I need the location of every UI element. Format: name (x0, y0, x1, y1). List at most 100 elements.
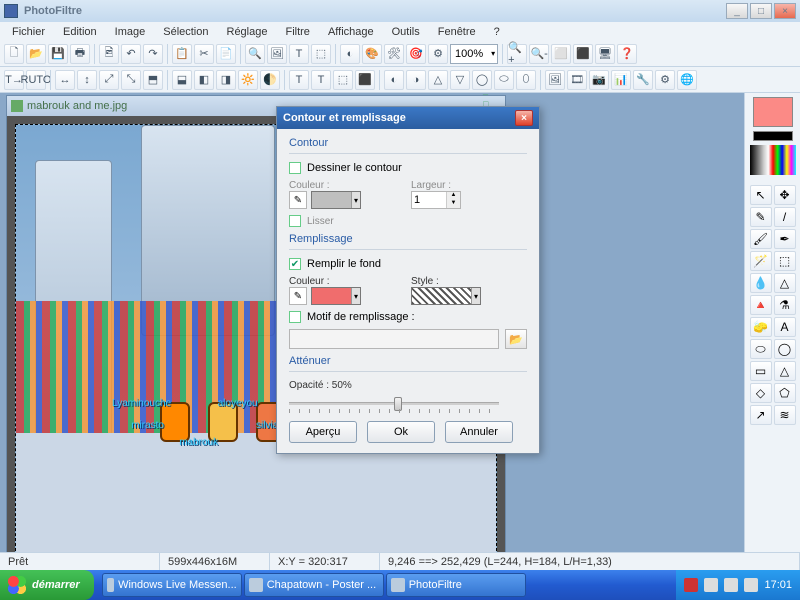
tray-icon[interactable] (704, 578, 718, 592)
toolbar-button[interactable]: ⬚ (311, 44, 331, 64)
toolbar-button[interactable]: ◨ (216, 70, 236, 90)
tool-button[interactable]: 💧 (750, 273, 772, 293)
toolbar-button[interactable]: ❓ (617, 44, 637, 64)
tool-button[interactable]: △ (774, 361, 796, 381)
toolbar-button[interactable]: 🖥 (595, 44, 615, 64)
background-color[interactable] (753, 131, 793, 141)
toolbar-button[interactable]: ⬛ (573, 44, 593, 64)
width-field[interactable] (412, 192, 446, 208)
toolbar-button[interactable]: ↔ (55, 70, 75, 90)
cancel-button[interactable]: Annuler (445, 421, 513, 443)
toolbar-button[interactable]: 🔍+ (507, 44, 527, 64)
tray-icon[interactable] (684, 578, 698, 592)
tool-button[interactable]: 🧽 (750, 317, 772, 337)
toolbar-button[interactable]: 📄 (216, 44, 236, 64)
tool-button[interactable]: ⬠ (774, 383, 796, 403)
color-palette[interactable] (750, 145, 796, 175)
tray-icon[interactable] (744, 578, 758, 592)
menu-image[interactable]: Image (107, 24, 154, 40)
dialog-close-button[interactable]: × (515, 110, 533, 126)
tool-button[interactable]: △ (774, 273, 796, 293)
toolbar-button[interactable]: 🛠 (384, 44, 404, 64)
toolbar-button[interactable]: 💾 (48, 44, 68, 64)
doc-minimize-button[interactable]: _ (483, 85, 501, 99)
menu-fenetre[interactable]: Fenêtre (430, 24, 484, 40)
toolbar-button[interactable]: 🗋 (4, 44, 24, 64)
eyedropper-icon[interactable]: ✎ (289, 287, 307, 305)
menu-outils[interactable]: Outils (384, 24, 428, 40)
tool-button[interactable]: 🖌 (750, 229, 772, 249)
toolbar-button[interactable]: ⬓ (172, 70, 192, 90)
menu-filtre[interactable]: Filtre (277, 24, 317, 40)
toolbar-button[interactable]: ⬛ (355, 70, 375, 90)
checkbox-motif[interactable] (289, 311, 301, 323)
toolbar-button[interactable]: ⬒ (143, 70, 163, 90)
tool-button[interactable]: / (774, 207, 796, 227)
menu-selection[interactable]: Sélection (155, 24, 216, 40)
tool-button[interactable]: 🪄 (750, 251, 772, 271)
toolbar-button[interactable]: 🔍- (529, 44, 549, 64)
taskbar-task[interactable]: PhotoFiltre (386, 573, 526, 597)
tool-button[interactable]: ✒ (774, 229, 796, 249)
toolbar-button[interactable]: 🌐 (677, 70, 697, 90)
dialog-title-bar[interactable]: Contour et remplissage × (277, 107, 539, 129)
spin-down[interactable]: ▼ (447, 200, 460, 208)
menu-edition[interactable]: Edition (55, 24, 105, 40)
tool-button[interactable]: ⬚ (774, 251, 796, 271)
toolbar-button[interactable]: 🔆 (238, 70, 258, 90)
toolbar-button[interactable]: 🔍 (245, 44, 265, 64)
contour-width-input[interactable]: ▲▼ (411, 191, 461, 209)
eyedropper-icon[interactable]: ✎ (289, 191, 307, 209)
toolbar-button[interactable]: ◑ (406, 70, 426, 90)
tool-button[interactable]: ↗ (750, 405, 772, 425)
toolbar-button[interactable]: ◐ (340, 44, 360, 64)
toolbar-button[interactable]: RUTO (26, 70, 46, 90)
tray-icon[interactable] (724, 578, 738, 592)
toolbar-button[interactable]: 📷 (589, 70, 609, 90)
toolbar-button[interactable]: ⬚ (333, 70, 353, 90)
toolbar-button[interactable]: 🎯 (406, 44, 426, 64)
toolbar-button[interactable]: 🎨 (362, 44, 382, 64)
zoom-select[interactable]: 100% (450, 44, 498, 64)
close-button[interactable]: × (774, 3, 796, 19)
toolbar-button[interactable]: ↶ (121, 44, 141, 64)
tool-button[interactable]: ◇ (750, 383, 772, 403)
toolbar-button[interactable]: 📂 (26, 44, 46, 64)
toolbar-button[interactable]: 📋 (172, 44, 192, 64)
toolbar-button[interactable]: ↷ (143, 44, 163, 64)
spin-up[interactable]: ▲ (447, 192, 460, 200)
minimize-button[interactable]: _ (726, 3, 748, 19)
tool-button[interactable]: ⬭ (750, 339, 772, 359)
toolbar-button[interactable]: 🖻 (99, 44, 119, 64)
toolbar-button[interactable]: 🖶 (70, 44, 90, 64)
toolbar-button[interactable]: 🖼 (267, 44, 287, 64)
menu-help[interactable]: ? (486, 24, 508, 40)
toolbar-button[interactable]: 📊 (611, 70, 631, 90)
toolbar-button[interactable]: 🔧 (633, 70, 653, 90)
taskbar-task[interactable]: Windows Live Messen... (102, 573, 242, 597)
toolbar-button[interactable]: ⬜ (551, 44, 571, 64)
menu-reglage[interactable]: Réglage (219, 24, 276, 40)
tool-button[interactable]: ▭ (750, 361, 772, 381)
tool-button[interactable]: ✥ (774, 185, 796, 205)
checkbox-fill[interactable]: ✔ (289, 258, 301, 270)
start-button[interactable]: démarrer (0, 570, 94, 600)
opacity-slider[interactable] (289, 395, 499, 413)
toolbar-button[interactable]: 🎞 (567, 70, 587, 90)
tool-button[interactable]: ≋ (774, 405, 796, 425)
preview-button[interactable]: Aperçu (289, 421, 357, 443)
tool-button[interactable]: ✎ (750, 207, 772, 227)
tool-button[interactable]: ↖ (750, 185, 772, 205)
toolbar-button[interactable]: ⚙ (428, 44, 448, 64)
toolbar-button[interactable]: ⤡ (121, 70, 141, 90)
browse-button[interactable]: 📂 (505, 329, 527, 349)
menu-affichage[interactable]: Affichage (320, 24, 382, 40)
tool-button[interactable]: 🔺 (750, 295, 772, 315)
toolbar-button[interactable]: ⚙ (655, 70, 675, 90)
fill-style-picker[interactable] (411, 287, 481, 305)
toolbar-button[interactable]: T (289, 70, 309, 90)
toolbar-button[interactable]: ↕ (77, 70, 97, 90)
foreground-color[interactable] (753, 97, 793, 127)
toolbar-button[interactable]: ⤢ (99, 70, 119, 90)
toolbar-button[interactable]: 🖼 (545, 70, 565, 90)
